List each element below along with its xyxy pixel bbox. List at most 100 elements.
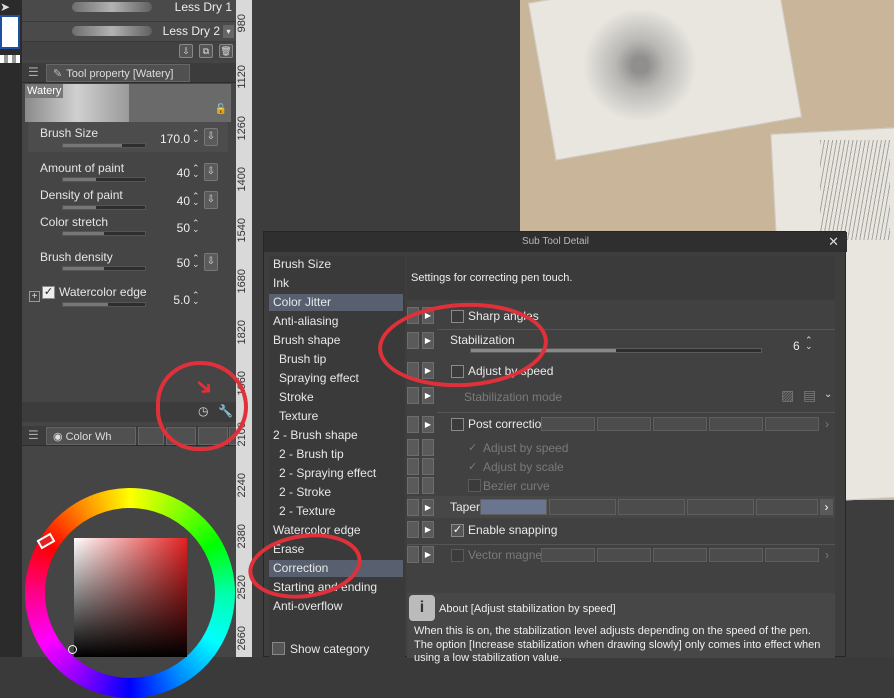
category-item[interactable]: Color Jitter — [269, 294, 403, 311]
vector-magnet-cell[interactable] — [709, 548, 763, 562]
chevron-right-icon[interactable]: › — [820, 499, 833, 515]
scroll-down-icon[interactable]: ▾ — [223, 25, 234, 38]
category-item[interactable]: Spraying effect — [269, 370, 403, 387]
stroke-mode-icon[interactable]: ▨ — [781, 387, 794, 404]
taper-preset-cell[interactable] — [549, 499, 616, 515]
lock-icon[interactable]: 🔓 — [215, 104, 227, 115]
stabilization-value[interactable]: 6 — [793, 339, 800, 353]
show-in-tool-property-toggle[interactable] — [422, 477, 434, 494]
transparent-swatch[interactable] — [0, 55, 20, 63]
vector-magnet-checkbox[interactable] — [451, 549, 464, 562]
category-item[interactable]: 2 - Spraying effect — [269, 465, 403, 482]
category-item[interactable]: 2 - Stroke — [269, 484, 403, 501]
category-item[interactable]: Texture — [269, 408, 403, 425]
bezier-curve-checkbox[interactable] — [468, 479, 481, 492]
show-in-tool-property-toggle[interactable] — [407, 499, 419, 516]
category-item[interactable]: Ink — [269, 275, 403, 292]
color-stretch-value[interactable]: 50 — [150, 221, 190, 235]
play-arrow-icon[interactable]: ▶ — [422, 521, 434, 538]
expand-icon[interactable]: + — [29, 291, 40, 302]
tab-tool-property[interactable]: ✎ Tool property [Watery] — [46, 64, 190, 82]
checkmark-icon[interactable]: ✓ — [468, 460, 477, 473]
density-of-paint-value[interactable]: 40 — [150, 194, 190, 208]
menu-icon[interactable]: ☰ — [28, 65, 39, 79]
tab-color-wheel[interactable]: ◉ Color Wh — [46, 427, 136, 445]
color-stretch-slider[interactable] — [62, 231, 146, 236]
play-arrow-icon[interactable]: ▶ — [422, 546, 434, 563]
show-in-tool-property-toggle[interactable] — [407, 546, 419, 563]
show-in-tool-property-toggle[interactable] — [422, 458, 434, 475]
brush-size-slider[interactable] — [62, 143, 146, 148]
vector-magnet-cell[interactable] — [653, 548, 707, 562]
play-arrow-icon[interactable]: ▶ — [422, 499, 434, 516]
taper-preset-cell[interactable] — [756, 499, 818, 515]
vector-magnet-cell[interactable] — [765, 548, 819, 562]
brush-size-value[interactable]: 170.0 — [150, 132, 190, 146]
amount-of-paint-slider[interactable] — [62, 177, 146, 182]
category-item[interactable]: 2 - Brush tip — [269, 446, 403, 463]
menu-icon[interactable]: ☰ — [28, 428, 39, 442]
chevron-down-icon[interactable]: ⌄ — [824, 389, 832, 400]
post-correction-checkbox[interactable] — [451, 418, 464, 431]
post-correction-graph-cell[interactable] — [597, 417, 651, 431]
spinner-icon[interactable]: ⌃ ⌄ — [192, 164, 200, 179]
brush-density-slider[interactable] — [62, 266, 146, 271]
post-correction-graph-cell[interactable] — [541, 417, 595, 431]
enable-snapping-checkbox[interactable]: ✓ — [451, 524, 464, 537]
chevron-right-icon[interactable]: › — [825, 417, 829, 431]
watercolor-edge-slider[interactable] — [62, 302, 146, 307]
taper-preset-cell[interactable] — [618, 499, 685, 515]
density-of-paint-slider[interactable] — [62, 205, 146, 210]
spinner-icon[interactable]: ⌃ ⌄ — [192, 219, 200, 234]
show-in-tool-property-toggle[interactable] — [407, 521, 419, 538]
copy-tool-icon[interactable]: ⇩ — [179, 44, 193, 58]
stroke-mode-icon[interactable]: ▤ — [803, 387, 816, 404]
vector-magnet-cell[interactable] — [597, 548, 651, 562]
pin-icon[interactable]: ⇩ — [204, 191, 218, 209]
show-category-checkbox[interactable] — [272, 642, 285, 655]
vector-magnet-cell[interactable] — [541, 548, 595, 562]
amount-of-paint-value[interactable]: 40 — [150, 166, 190, 180]
category-item[interactable]: Stroke — [269, 389, 403, 406]
pin-icon[interactable]: ⇩ — [204, 253, 218, 271]
play-arrow-icon[interactable]: ▶ — [422, 416, 434, 433]
new-tool-icon[interactable]: ⧉ — [199, 44, 213, 58]
taper-preset-cell[interactable] — [687, 499, 754, 515]
spinner-icon[interactable]: ⌃ ⌄ — [192, 192, 200, 207]
spinner-icon[interactable]: ⌃ ⌄ — [192, 291, 200, 306]
category-item[interactable]: Anti-aliasing — [269, 313, 403, 330]
checkmark-icon[interactable]: ✓ — [468, 441, 477, 454]
watercolor-edge-checkbox[interactable]: ✓ — [42, 286, 55, 299]
show-in-tool-property-toggle[interactable] — [407, 387, 419, 404]
category-item[interactable]: Anti-overflow — [269, 598, 403, 615]
main-color-swatch[interactable] — [0, 15, 20, 49]
brush-list-item[interactable]: Less Dry 2 ▾ — [22, 22, 236, 42]
taper-preset-cell[interactable] — [480, 499, 547, 515]
play-arrow-icon[interactable]: ▶ — [422, 387, 434, 404]
post-correction-graph-cell[interactable] — [709, 417, 763, 431]
show-in-tool-property-toggle[interactable] — [407, 439, 419, 456]
watercolor-edge-value[interactable]: 5.0 — [150, 293, 190, 307]
show-in-tool-property-toggle[interactable] — [422, 439, 434, 456]
brush-icon: ✎ — [53, 68, 63, 80]
spinner-icon[interactable]: ⌃ ⌄ — [192, 129, 200, 144]
sv-marker[interactable] — [68, 645, 77, 654]
show-in-tool-property-toggle[interactable] — [407, 477, 419, 494]
chevron-right-icon[interactable]: › — [825, 548, 829, 562]
post-correction-graph-cell[interactable] — [765, 417, 819, 431]
spinner-icon[interactable]: ⌃ ⌄ — [192, 254, 200, 269]
brush-list-item[interactable]: Less Dry 1 — [22, 0, 236, 22]
trash-icon[interactable]: 🗑 — [219, 44, 233, 58]
category-item[interactable]: Brush Size — [269, 256, 403, 273]
post-correction-graph-cell[interactable] — [653, 417, 707, 431]
show-in-tool-property-toggle[interactable] — [407, 416, 419, 433]
category-item[interactable]: 2 - Texture — [269, 503, 403, 520]
category-item[interactable]: 2 - Brush shape — [269, 427, 403, 444]
pin-icon[interactable]: ⇩ — [204, 128, 218, 146]
spinner-icon[interactable]: ⌃ ⌄ — [805, 336, 813, 351]
brush-density-value[interactable]: 50 — [150, 256, 190, 270]
close-icon[interactable]: ✕ — [828, 234, 839, 250]
show-in-tool-property-toggle[interactable] — [407, 458, 419, 475]
pin-icon[interactable]: ⇩ — [204, 163, 218, 181]
saturation-value-square[interactable] — [74, 538, 187, 657]
